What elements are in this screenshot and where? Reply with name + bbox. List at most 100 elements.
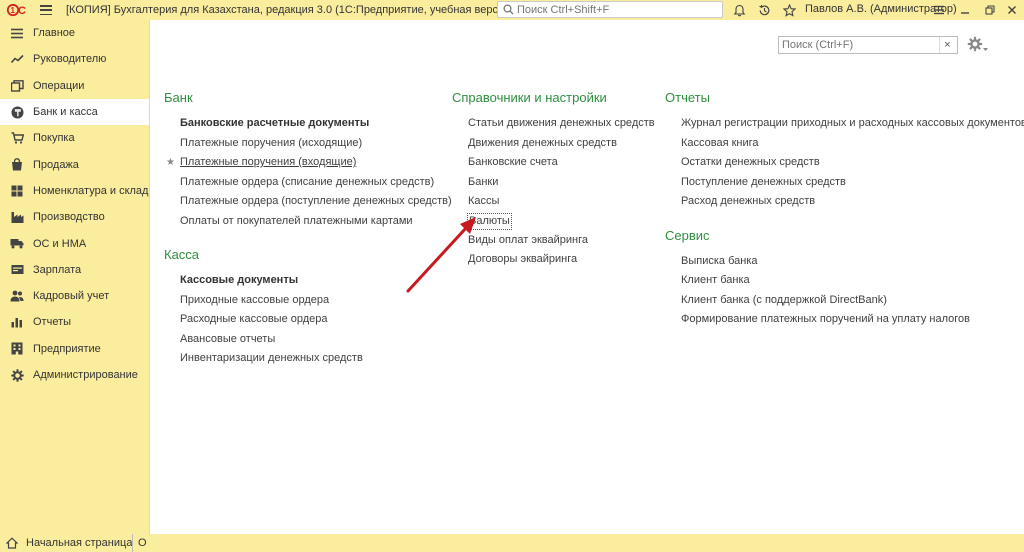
bell-icon[interactable] [731,2,747,18]
link-cash-expense-orders[interactable]: Расходные кассовые ордера [180,310,452,330]
sidebar-item-reports[interactable]: Отчеты [0,309,149,335]
link-cashflow-movements[interactable]: Движения денежных средств [468,134,655,154]
panel-search-input[interactable] [779,39,939,51]
link-acquiring-payment-types[interactable]: Виды оплат эквайринга [468,231,655,251]
link-label: Платежные поручения (входящие) [180,156,357,168]
favorites-star-icon[interactable] [781,2,797,18]
section-title-kassa: Касса [164,247,200,262]
tab-divider [132,534,133,552]
sidebar-item-fixed-assets[interactable]: ОС и НМА [0,230,149,256]
open-tab[interactable]: О [138,537,147,549]
bottom-tab-bar: Начальная страница О [0,534,1024,552]
link-currencies[interactable]: Валюты [467,212,512,230]
link-payment-receipt[interactable]: Платежные ордера (поступление денежных с… [180,192,452,212]
sidebar-item-manager[interactable]: Руководителю [0,46,149,72]
panel-search[interactable]: × [778,36,958,54]
operations-icon [10,79,24,93]
sidebar-item-label: Администрирование [33,369,138,381]
home-icon [6,537,18,549]
link-cash-balances[interactable]: Остатки денежных средств [681,153,1024,173]
sidebar-item-label: Операции [33,79,85,92]
sidebar-item-sales[interactable]: Продажа [0,151,149,177]
link-cash-journal[interactable]: Журнал регистрации приходных и расходных… [681,114,1024,134]
sidebar-item-label: Предприятие [33,342,101,355]
sidebar-item-hr[interactable]: Кадровый учет [0,283,149,309]
warehouse-icon [10,184,24,198]
sidebar-item-salary[interactable]: Зарплата [0,257,149,283]
link-cash-inflow[interactable]: Поступление денежных средств [681,173,1024,193]
link-bank-statement[interactable]: Выписка банка [681,252,1024,272]
app-title: [КОПИЯ] Бухгалтерия для Казахстана, реда… [66,4,514,16]
sidebar-item-administration[interactable]: Администрирование [0,362,149,388]
link-cashflow-items[interactable]: Статьи движения денежных средств [468,114,655,134]
link-bank-client-directbank[interactable]: Клиент банка (с поддержкой DirectBank) [681,291,1024,311]
section-title-bank: Банк [164,90,193,105]
sidebar-item-nomenclature[interactable]: Номенклатура и склад [0,178,149,204]
link-card-payments[interactable]: Оплаты от покупателей платежными картами [180,212,452,232]
history-icon[interactable] [756,2,772,18]
sidebar-item-label: Покупка [33,132,75,145]
home-page-tab[interactable]: Начальная страница [6,534,132,552]
link-cash-inventory[interactable]: Инвентаризации денежных средств [180,349,452,369]
sidebar-item-label: Номенклатура и склад [33,184,149,197]
sidebar-item-label: Продажа [33,158,79,171]
cart-icon [10,131,24,145]
truck-icon [10,237,24,251]
sidebar-item-label: Производство [33,211,105,224]
factory-icon [10,210,24,224]
sidebar-item-purchase[interactable]: Покупка [0,125,149,151]
salary-icon [10,263,24,277]
menu-icon [10,26,24,40]
link-advance-reports[interactable]: Авансовые отчеты [180,330,452,350]
sidebar-item-enterprise[interactable]: Предприятие [0,336,149,362]
restore-icon[interactable] [982,2,998,18]
link-cash-receipt-orders[interactable]: Приходные кассовые ордера [180,291,452,311]
trend-icon [10,52,24,66]
clear-search-button[interactable]: × [939,37,955,53]
link-cash-book[interactable]: Кассовая книга [681,134,1024,154]
sidebar-item-main[interactable]: Главное [0,20,149,46]
enterprise-icon [10,342,24,356]
sidebar-item-label: Главное [33,27,76,40]
settings-menu-icon[interactable] [931,2,947,18]
panel-settings-gear-icon[interactable] [967,34,989,56]
1c-logo-icon: 1 C [6,3,28,17]
home-tab-label: Начальная страница [26,537,133,549]
link-bank-accounts[interactable]: Банковские счета [468,153,655,173]
link-payment-orders-out[interactable]: Платежные поручения (исходящие) [180,134,452,154]
link-cash-desks[interactable]: Кассы [468,192,655,212]
sidebar-item-bank-and-cash[interactable]: ₸ Банк и касса [0,98,149,126]
admin-gear-icon [10,368,24,382]
sidebar-item-label: Отчеты [33,316,72,329]
svg-text:C: C [18,5,26,17]
global-search[interactable] [497,1,723,18]
sidebar-item-production[interactable]: Производство [0,204,149,230]
link-cash-outflow[interactable]: Расход денежных средств [681,192,1024,212]
link-payment-orders-in[interactable]: ★ Платежные поручения (входящие) [166,153,452,173]
main-panel: × Банк Банковские расчетные документы Пл… [149,20,1024,534]
section-title-reports: Отчеты [665,90,710,105]
global-search-input[interactable] [517,3,717,16]
favorite-star-icon[interactable]: ★ [166,153,175,173]
svg-text:1: 1 [11,6,16,15]
minimize-icon[interactable] [957,2,973,18]
column-bank-cash: Банк Банковские расчетные документы Плат… [164,90,452,369]
link-payment-writeoff[interactable]: Платежные ордера (списание денежных сред… [180,173,452,193]
sale-icon [10,158,24,172]
link-bank-documents[interactable]: Банковские расчетные документы [180,114,452,134]
column-references: Справочники и настройки Статьи движения … [452,90,655,270]
link-tax-payment-orders[interactable]: Формирование платежных поручений на упла… [681,310,1024,330]
column-reports-service: Отчеты Журнал регистрации приходных и ра… [665,90,1024,330]
link-acquiring-contracts[interactable]: Договоры эквайринга [468,250,655,270]
link-banks[interactable]: Банки [468,173,655,193]
link-cash-documents[interactable]: Кассовые документы [180,271,452,291]
sidebar-item-label: Кадровый учет [33,290,110,303]
sidebar-item-label: ОС и НМА [33,237,87,250]
main-menu-icon[interactable] [40,5,52,15]
link-bank-client[interactable]: Клиент банка [681,271,1024,291]
sidebar-item-label: Руководителю [33,53,107,66]
section-title-service: Сервис [665,227,710,243]
sidebar-item-label: Банк и касса [33,106,98,119]
sidebar-item-operations[interactable]: Операции [0,73,149,99]
close-icon[interactable] [1004,2,1020,18]
